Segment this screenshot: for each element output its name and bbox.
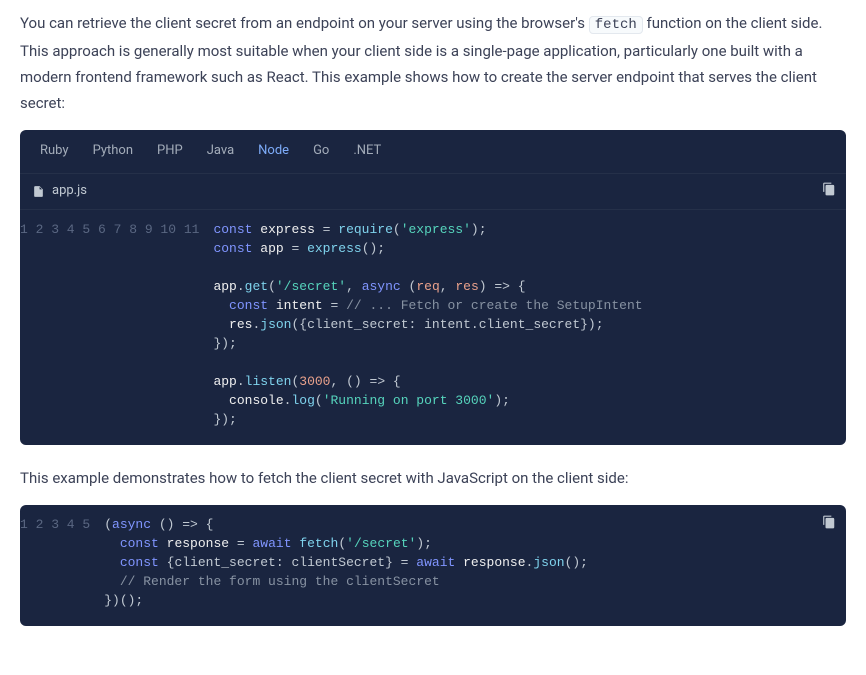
- code-content: (async () => { const response = await fe…: [104, 515, 846, 610]
- tab-go[interactable]: Go: [301, 130, 341, 173]
- tab-python[interactable]: Python: [81, 130, 145, 173]
- server-code-block: Ruby Python PHP Java Node Go .NET app.js…: [20, 130, 846, 445]
- code-content: const express = require('express'); cons…: [213, 220, 846, 429]
- intro-text-1: You can retrieve the client secret from …: [20, 14, 589, 32]
- line-gutter: 1 2 3 4 5 6 7 8 9 10 11: [20, 220, 213, 429]
- client-code-block: 1 2 3 4 5 (async () => { const response …: [20, 505, 846, 626]
- intro-paragraph: You can retrieve the client secret from …: [20, 10, 846, 116]
- filename-label: app.js: [52, 180, 87, 203]
- file-bar: app.js: [20, 174, 846, 210]
- tab-ruby[interactable]: Ruby: [28, 130, 81, 173]
- tab-dotnet[interactable]: .NET: [341, 130, 393, 173]
- tab-java[interactable]: Java: [195, 130, 246, 173]
- mid-paragraph: This example demonstrates how to fetch t…: [20, 465, 846, 491]
- file-icon: [32, 185, 45, 198]
- tab-node[interactable]: Node: [246, 130, 301, 173]
- language-tabs: Ruby Python PHP Java Node Go .NET: [20, 130, 846, 174]
- fetch-inline-code: fetch: [589, 16, 643, 34]
- copy-icon[interactable]: [822, 182, 836, 196]
- tab-php[interactable]: PHP: [145, 130, 195, 173]
- server-code-area: 1 2 3 4 5 6 7 8 9 10 11 const express = …: [20, 210, 846, 445]
- copy-icon[interactable]: [822, 515, 836, 529]
- client-code-area: 1 2 3 4 5 (async () => { const response …: [20, 505, 846, 626]
- line-gutter: 1 2 3 4 5: [20, 515, 104, 610]
